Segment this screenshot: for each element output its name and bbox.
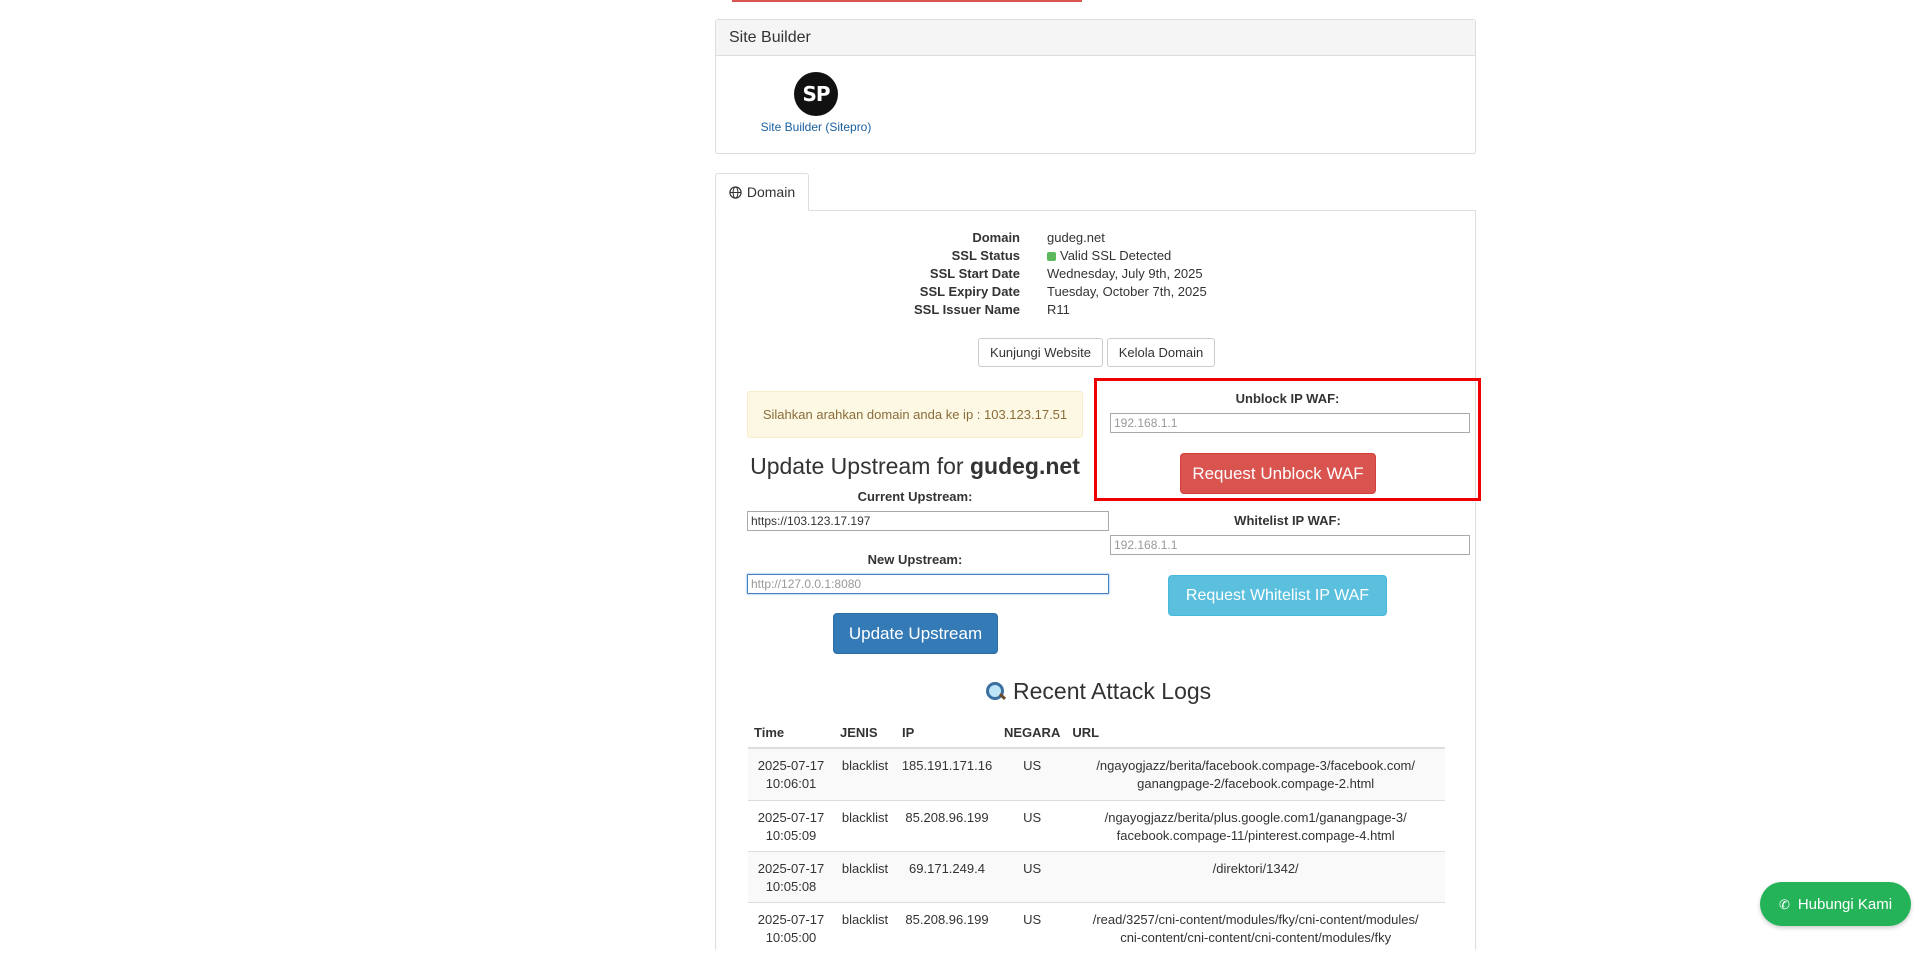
cell-clock: 10:05:00 bbox=[765, 929, 817, 945]
cell-url-line: ganangpage-2/facebook.compage-2.html bbox=[1137, 776, 1375, 791]
cell-negara: US bbox=[998, 799, 1067, 851]
cell-url: /direktori/1342/ bbox=[1066, 850, 1445, 902]
cell-time: 2025-07-17 10:05:08 bbox=[748, 850, 834, 902]
cell-time: 2025-07-17 10:05:00 bbox=[748, 901, 834, 953]
attack-logs-table: Time JENIS IP NEGARA URL 2025-07-17 10:06… bbox=[748, 717, 1445, 953]
cell-url-line: /ngayogjazz/berita/facebook.compage-3/fa… bbox=[1096, 758, 1416, 773]
request-unblock-waf-button[interactable]: Request Unblock WAF bbox=[1180, 453, 1376, 494]
cell-date: 2025-07-17 bbox=[757, 860, 825, 876]
unblock-waf-label: Unblock IP WAF: bbox=[1235, 391, 1340, 406]
contact-us-button[interactable]: ✆ Hubungi Kami bbox=[1760, 882, 1911, 926]
info-label: Domain bbox=[972, 230, 1020, 245]
cell-date: 2025-07-17 bbox=[757, 758, 825, 773]
magnifier-icon bbox=[985, 681, 1005, 701]
cell-url-line: /read/3257/cni-content/modules/fky/cni-c… bbox=[1092, 911, 1419, 927]
cell-jenis: blacklist bbox=[834, 850, 896, 902]
site-builder-item[interactable]: SP Site Builder (Sitepro) bbox=[756, 72, 876, 134]
info-label: SSL Expiry Date bbox=[919, 284, 1020, 299]
whitelist-ip-input[interactable] bbox=[1110, 535, 1470, 555]
current-upstream-input[interactable] bbox=[747, 511, 1109, 531]
new-upstream-label: New Upstream: bbox=[867, 552, 963, 567]
col-time: Time bbox=[748, 717, 834, 749]
info-label: SSL Status bbox=[951, 248, 1020, 263]
ip-pointing-alert: Silahkan arahkan domain anda ke ip : 103… bbox=[747, 391, 1083, 438]
upstream-title-prefix: Update Upstream for bbox=[750, 453, 964, 479]
table-row: 2025-07-17 10:05:09 blacklist 85.208.96.1… bbox=[748, 799, 1445, 851]
update-upstream-button[interactable]: Update Upstream bbox=[833, 613, 998, 654]
ssl-start-value: Wednesday, July 9th, 2025 bbox=[1047, 266, 1203, 281]
cell-negara: US bbox=[998, 901, 1067, 953]
cell-url-line: facebook.compage-11/pinterest.compage-4.… bbox=[1116, 827, 1395, 843]
attack-logs-title-text: Recent Attack Logs bbox=[1013, 678, 1212, 704]
cell-clock: 10:06:01 bbox=[765, 776, 817, 791]
cell-ip: 69.171.249.4 bbox=[896, 850, 998, 902]
cell-clock: 10:05:08 bbox=[765, 878, 817, 894]
cell-url: /read/3257/cni-content/modules/fky/cni-c… bbox=[1066, 901, 1445, 953]
col-negara: NEGARA bbox=[998, 717, 1067, 749]
whitelist-waf-label: Whitelist IP WAF: bbox=[1234, 513, 1341, 528]
cell-clock: 10:05:09 bbox=[765, 827, 817, 843]
col-ip: IP bbox=[896, 717, 998, 749]
globe-icon bbox=[729, 175, 742, 211]
current-upstream-label: Current Upstream: bbox=[857, 489, 973, 504]
cell-negara: US bbox=[998, 850, 1067, 902]
request-whitelist-waf-button[interactable]: Request Whitelist IP WAF bbox=[1168, 575, 1387, 616]
info-label: SSL Issuer Name bbox=[914, 302, 1020, 317]
lock-icon bbox=[1047, 252, 1056, 261]
cell-time: 2025-07-17 10:06:01 bbox=[748, 747, 834, 800]
attack-logs-title: Recent Attack Logs bbox=[985, 678, 1211, 705]
cell-negara: US bbox=[998, 747, 1067, 800]
top-red-divider bbox=[732, 0, 1082, 2]
cell-url-line: /ngayogjazz/berita/plus.google.com1/gana… bbox=[1104, 809, 1407, 825]
tab-domain[interactable]: Domain bbox=[715, 173, 809, 211]
ssl-status-value: Valid SSL Detected bbox=[1047, 247, 1171, 265]
tab-domain-label: Domain bbox=[746, 184, 796, 200]
visit-website-button[interactable]: Kunjungi Website bbox=[978, 338, 1103, 367]
contact-us-label: Hubungi Kami bbox=[1797, 895, 1893, 913]
phone-icon: ✆ bbox=[1778, 897, 1790, 913]
sitepro-logo-icon[interactable]: SP bbox=[794, 72, 838, 116]
new-upstream-input[interactable] bbox=[747, 574, 1109, 594]
site-builder-panel: Site Builder SP Site Builder (Sitepro) bbox=[715, 19, 1476, 154]
domain-value: gudeg.net bbox=[1047, 230, 1105, 245]
manage-domain-button[interactable]: Kelola Domain bbox=[1107, 338, 1215, 367]
cell-url-line: /direktori/1342/ bbox=[1212, 860, 1299, 876]
cell-jenis: blacklist bbox=[834, 799, 896, 851]
cell-jenis: blacklist bbox=[834, 747, 896, 800]
cell-url: /ngayogjazz/berita/plus.google.com1/gana… bbox=[1066, 799, 1445, 851]
ssl-status-text: Valid SSL Detected bbox=[1060, 248, 1172, 263]
cell-url-line: cni-content/cni-content/cni-content/modu… bbox=[1120, 929, 1392, 945]
table-row: 2025-07-17 10:06:01 blacklist 185.191.171… bbox=[748, 747, 1445, 800]
col-url: URL bbox=[1066, 717, 1445, 749]
cell-time: 2025-07-17 10:05:09 bbox=[748, 799, 834, 851]
site-builder-heading: Site Builder bbox=[716, 20, 1475, 56]
table-header-row: Time JENIS IP NEGARA URL bbox=[748, 717, 1445, 749]
cell-ip: 85.208.96.199 bbox=[896, 799, 998, 851]
ssl-expiry-value: Tuesday, October 7th, 2025 bbox=[1047, 284, 1207, 299]
unblock-ip-input[interactable] bbox=[1110, 413, 1470, 433]
table-row: 2025-07-17 10:05:08 blacklist 69.171.249.… bbox=[748, 850, 1445, 902]
ssl-issuer-value: R11 bbox=[1047, 302, 1070, 317]
col-jenis: JENIS bbox=[834, 717, 896, 749]
cell-date: 2025-07-17 bbox=[757, 809, 825, 825]
cell-url: /ngayogjazz/berita/facebook.compage-3/fa… bbox=[1066, 747, 1445, 800]
cell-date: 2025-07-17 bbox=[757, 911, 825, 927]
cell-ip: 85.208.96.199 bbox=[896, 901, 998, 953]
cell-ip: 185.191.171.16 bbox=[896, 747, 998, 800]
table-row: 2025-07-17 10:05:00 blacklist 85.208.96.1… bbox=[748, 901, 1445, 953]
site-builder-link[interactable]: Site Builder (Sitepro) bbox=[756, 120, 876, 134]
upstream-title-domain: gudeg.net bbox=[969, 453, 1080, 479]
info-label: SSL Start Date bbox=[929, 266, 1020, 281]
upstream-title: Update Upstream for gudeg.net bbox=[747, 453, 1083, 480]
cell-jenis: blacklist bbox=[834, 901, 896, 953]
